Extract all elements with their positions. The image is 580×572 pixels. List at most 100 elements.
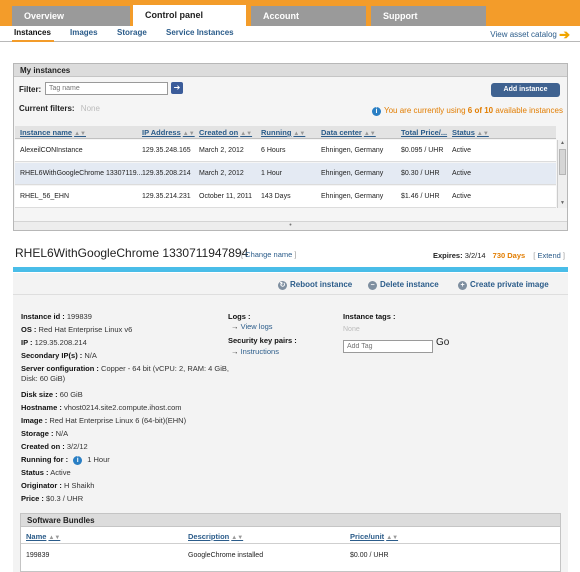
detail-divider [13, 267, 568, 272]
col-ip-address[interactable]: IP Address ▲▼ [142, 128, 195, 137]
detail-server-config: Server configuration : Copper - 64 bit (… [21, 364, 229, 383]
col-bundle-price[interactable]: Price/unit ▲▼ [350, 532, 398, 541]
scroll-up-icon[interactable]: ▲ [559, 140, 566, 147]
add-tag-input[interactable] [343, 340, 433, 353]
view-logs-link[interactable]: → View logs [231, 322, 273, 331]
current-filters-value: None [80, 104, 100, 113]
detail-disk-size: Disk size : 60 GiB [21, 390, 83, 399]
software-bundles-title: Software Bundles [21, 514, 560, 527]
cell-created: October 11, 2011 [199, 193, 253, 200]
change-name-link[interactable]: [ Change name ] [241, 250, 296, 259]
bundle-cell-description: GoogleChrome installed [188, 552, 264, 559]
expires-date: 3/2/14 [464, 251, 486, 260]
detail-originator: Originator : H Shaikh [21, 481, 95, 490]
sort-icon: ▲▼ [231, 535, 244, 541]
panel-resize-handle[interactable]: • [14, 221, 567, 230]
bundle-cell-price: $0.00 / UHR [350, 552, 389, 559]
tab-account[interactable]: Account [251, 6, 366, 26]
col-status[interactable]: Status ▲▼ [452, 128, 489, 137]
expires-label: Expires: [433, 251, 463, 260]
cell-status: Active [452, 147, 472, 154]
software-bundles-panel: Software Bundles Name ▲▼ Description ▲▼ Pr… [20, 513, 561, 572]
col-running[interactable]: Running ▲▼ [261, 128, 305, 137]
catalog-link-label: View asset catalog [490, 30, 557, 40]
detail-instance-id: Instance id : 199839 [21, 312, 92, 321]
cell-data-center: Ehningen, Germany [321, 193, 384, 200]
arrow-right-icon: ➔ [559, 27, 570, 42]
cell-instance-name[interactable]: AlexeilCONInstance [20, 147, 83, 154]
extend-link[interactable]: [ Extend ] [533, 251, 565, 260]
sort-icon: ▲▼ [363, 131, 376, 137]
detail-status: Status : Active [21, 468, 71, 477]
detail-image: Image : Red Hat Enterprise Linux 6 (64-b… [21, 416, 187, 425]
tab-control-panel[interactable]: Control panel [133, 5, 246, 26]
scroll-thumb[interactable] [559, 149, 566, 175]
security-key-pairs-section: Security key pairs : [228, 336, 297, 345]
cell-instance-name[interactable]: RHEL6WithGoogleChrome 13307119... [20, 170, 142, 177]
col-bundle-name[interactable]: Name ▲▼ [26, 532, 60, 541]
cell-status: Active [452, 193, 472, 200]
instructions-link[interactable]: → Instructions [231, 347, 279, 356]
info-icon[interactable]: i [73, 456, 83, 465]
detail-os: OS : Red Hat Enterprise Linux v6 [21, 325, 133, 334]
current-filters-label: Current filters: [19, 104, 75, 113]
cell-price: $0.095 / UHR [401, 147, 444, 154]
cell-instance-name[interactable]: RHEL_56_EHN [20, 193, 69, 200]
sort-icon: ▲▼ [74, 131, 86, 137]
subnav-images[interactable]: Images [70, 28, 98, 37]
col-created-on[interactable]: Created on ▲▼ [199, 128, 252, 137]
usage-prefix: You are currently using [384, 106, 466, 115]
detail-storage: Storage : N/A [21, 429, 69, 438]
tab-overview[interactable]: Overview [12, 6, 130, 26]
sub-navigation: Instances Images Storage Service Instanc… [0, 26, 580, 42]
detail-price: Price : $0.3 / UHR [21, 494, 84, 503]
usage-notice: i You are currently using 6 of 10 availab… [372, 106, 563, 116]
table-row[interactable]: RHEL6WithGoogleChrome 13307119... 129.35… [15, 163, 556, 185]
subnav-storage[interactable]: Storage [117, 28, 147, 37]
table-scrollbar[interactable]: ▲ ▼ [557, 140, 567, 208]
subnav-service-instances[interactable]: Service Instances [166, 28, 234, 37]
reboot-instance-button[interactable]: ↻ Reboot instance [278, 280, 352, 290]
tab-support[interactable]: Support [371, 6, 486, 26]
bundle-header-divider [21, 543, 560, 544]
col-total-price[interactable]: Total Price/... [401, 128, 447, 137]
sort-icon: ▲▼ [240, 131, 253, 137]
add-tag-go-button[interactable]: Go [436, 337, 449, 348]
instance-detail-panel: ↻ Reboot instance − Delete instance + Creat… [13, 273, 568, 572]
view-asset-catalog-link[interactable]: View asset catalog ➔ [490, 27, 570, 43]
add-instance-button[interactable]: Add instance [491, 83, 560, 97]
sort-icon: ▲▼ [293, 131, 306, 137]
cell-created: March 2, 2012 [199, 170, 244, 177]
sort-icon: ▲▼ [386, 535, 399, 541]
usage-suffix: available instances [495, 106, 563, 115]
usage-count: 6 of 10 [467, 106, 494, 115]
cell-ip: 129.35.248.165 [142, 147, 191, 154]
table-row[interactable]: AlexeilCONInstance 129.35.248.165 March … [15, 140, 556, 162]
col-data-center[interactable]: Data center ▲▼ [321, 128, 376, 137]
my-instances-title: My instances [14, 64, 567, 77]
subnav-instances[interactable]: Instances [14, 28, 51, 37]
expiration-info: Expires: 3/2/14 730 Days [ Extend ] [433, 251, 565, 260]
plus-icon: + [458, 281, 467, 290]
sort-icon: ▲▼ [182, 131, 195, 137]
create-private-image-button[interactable]: + Create private image [458, 280, 549, 290]
cell-ip: 129.35.214.231 [142, 193, 191, 200]
col-bundle-description[interactable]: Description ▲▼ [188, 532, 243, 541]
delete-instance-button[interactable]: − Delete instance [368, 280, 439, 290]
cell-price: $1.46 / UHR [401, 193, 440, 200]
scroll-down-icon[interactable]: ▼ [559, 200, 566, 207]
cell-running: 143 Days [261, 193, 291, 200]
table-row[interactable]: RHEL_56_EHN 129.35.214.231 October 11, 2… [15, 186, 556, 208]
top-navigation-bar: Overview Control panel Account Support [0, 0, 580, 26]
instance-actions: ↻ Reboot instance − Delete instance + Creat… [13, 273, 568, 295]
cell-data-center: Ehningen, Germany [321, 170, 384, 177]
filter-input[interactable] [45, 82, 168, 95]
detail-hostname: Hostname : vhost0214.site2.compute.ihost… [21, 403, 182, 412]
detail-secondary-ip: Secondary IP(s) : N/A [21, 351, 97, 360]
info-icon: i [372, 107, 381, 116]
filter-go-button[interactable]: ➔ [171, 82, 183, 94]
detail-created-on: Created on : 3/2/12 [21, 442, 88, 451]
cell-data-center: Ehningen, Germany [321, 147, 384, 154]
col-instance-name[interactable]: Instance name ▲▼ [20, 128, 86, 137]
active-subnav-indicator [12, 40, 54, 42]
